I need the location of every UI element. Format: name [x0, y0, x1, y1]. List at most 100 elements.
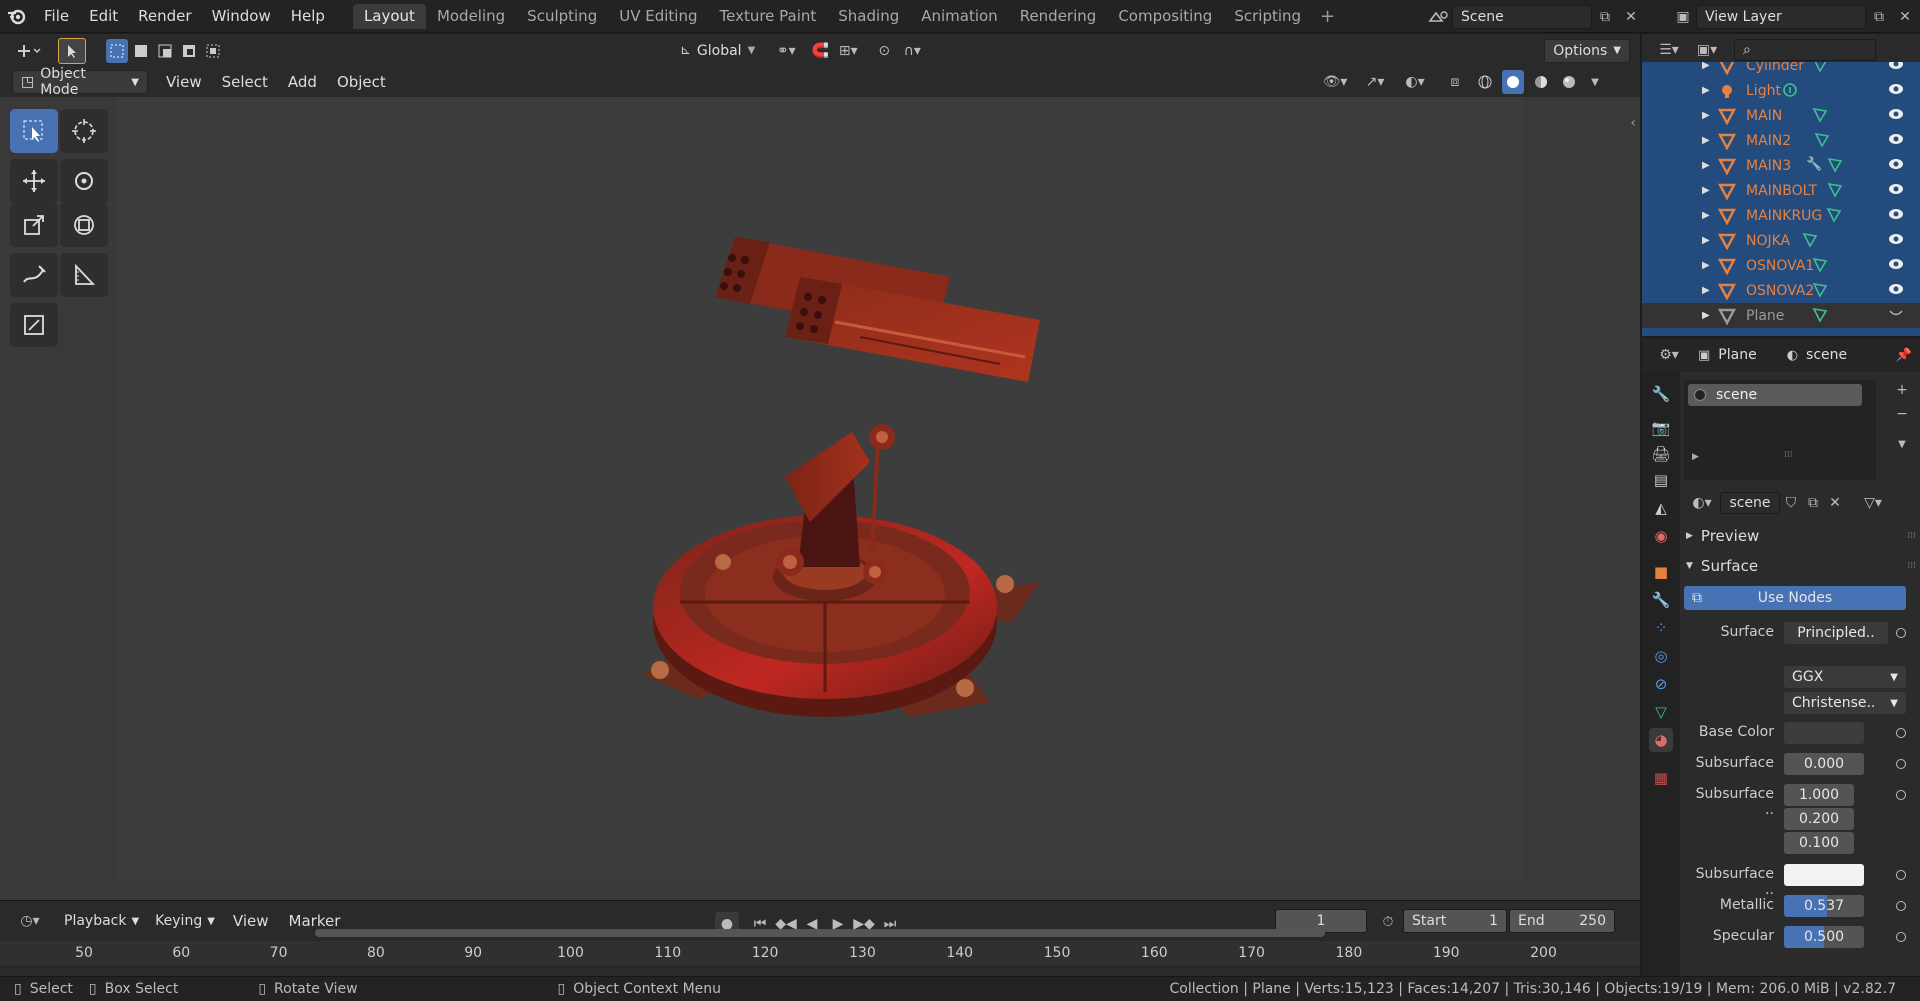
gizmo-icon[interactable]: ↗▾: [1362, 70, 1388, 94]
measure-tool[interactable]: [60, 253, 108, 297]
outliner-row[interactable]: ▶ MAIN3 🔧: [1642, 153, 1920, 178]
mesh-data-icon[interactable]: [1814, 132, 1830, 148]
tab-modeling[interactable]: Modeling: [426, 4, 516, 29]
fake-user-icon[interactable]: ⛉: [1780, 491, 1802, 515]
distribution-dropdown[interactable]: GGX ▼: [1784, 666, 1906, 688]
select-new-icon[interactable]: [106, 38, 128, 63]
menu-timeline-view[interactable]: View: [223, 912, 279, 930]
outliner-row[interactable]: ▶ NOJKA: [1642, 228, 1920, 253]
select-tool-icon[interactable]: [58, 37, 86, 64]
menu-file[interactable]: File: [34, 7, 79, 25]
xray-icon[interactable]: ⧈: [1442, 70, 1468, 94]
expand-arrow-icon[interactable]: ▶: [1702, 110, 1710, 121]
expand-arrow-icon[interactable]: ▶: [1702, 62, 1710, 71]
snap-icon[interactable]: 🧲: [807, 39, 833, 63]
outliner-row[interactable]: ▶ OSNOVA1: [1642, 253, 1920, 278]
subsurface-method-dropdown[interactable]: Christense.. ▼: [1784, 692, 1906, 714]
expand-arrow-icon[interactable]: ▶: [1702, 160, 1710, 171]
mesh-data-icon[interactable]: [1812, 62, 1828, 73]
select-extend-icon[interactable]: [130, 39, 152, 63]
expand-arrow-icon[interactable]: ▶: [1702, 310, 1710, 321]
rotate-tool[interactable]: [60, 159, 108, 203]
tool-tab-icon[interactable]: 🔧: [1649, 382, 1673, 406]
visibility-eye-icon[interactable]: [1888, 62, 1904, 74]
outliner-row[interactable]: ▶ Cylinder: [1642, 62, 1920, 78]
expand-arrow-icon[interactable]: ▶: [1702, 210, 1710, 221]
expand-arrow-icon[interactable]: ▶: [1702, 85, 1710, 96]
outliner-row[interactable]: ▶ Plane: [1642, 303, 1920, 328]
outliner-row[interactable]: ▶ OSNOVA2: [1642, 278, 1920, 303]
subsurface-radius-y[interactable]: 0.200: [1784, 808, 1854, 830]
solid-shading-icon[interactable]: [1502, 70, 1524, 94]
menu-view[interactable]: View: [156, 73, 212, 91]
mesh-data-icon[interactable]: [1812, 107, 1828, 123]
socket-link-icon[interactable]: [1896, 759, 1906, 769]
new-view-layer-icon[interactable]: ⧉: [1866, 5, 1892, 29]
tab-texture-paint[interactable]: Texture Paint: [708, 4, 827, 29]
mesh-data-icon[interactable]: [1812, 282, 1828, 298]
visibility-eye-icon[interactable]: [1888, 158, 1904, 174]
subsurface-radius-x[interactable]: 1.000: [1784, 784, 1854, 806]
visibility-eye-icon[interactable]: [1888, 308, 1904, 324]
keying-dropdown[interactable]: Keying ▼: [147, 909, 223, 933]
scene-icon[interactable]: [1426, 5, 1452, 29]
menu-window[interactable]: Window: [202, 7, 281, 25]
world-tab-icon[interactable]: ◉: [1649, 524, 1673, 548]
slot-specials-icon[interactable]: ▼: [1891, 432, 1913, 456]
drag-handle-icon[interactable]: ⁞⁞⁞: [1907, 531, 1916, 541]
snap-increment-icon[interactable]: ⊞▾: [833, 39, 863, 63]
particles-tab-icon[interactable]: ⁘: [1649, 616, 1673, 640]
proportional-edit-icon[interactable]: ⊙: [871, 39, 897, 63]
add-slot-icon[interactable]: +: [1891, 378, 1913, 402]
stopwatch-icon[interactable]: ⏱: [1375, 910, 1401, 934]
specular-slider[interactable]: 0.500: [1784, 926, 1864, 948]
end-frame-field[interactable]: End 250: [1509, 909, 1615, 933]
outliner-row[interactable]: ▶ MAIN: [1642, 103, 1920, 128]
delete-scene-icon[interactable]: ✕: [1618, 5, 1644, 29]
turret-model[interactable]: [620, 222, 1040, 722]
socket-link-icon[interactable]: [1896, 870, 1906, 880]
view-layer-tab-icon[interactable]: ▤: [1649, 468, 1673, 492]
output-tab-icon[interactable]: 🖨: [1649, 442, 1673, 466]
visibility-eye-icon[interactable]: [1888, 233, 1904, 249]
surface-panel-header[interactable]: ▼ Surface ⁞⁞⁞: [1684, 554, 1920, 578]
duplicate-material-icon[interactable]: ⧉: [1802, 491, 1824, 515]
scale-tool[interactable]: [10, 203, 58, 247]
falloff-icon[interactable]: ∩▾: [897, 39, 927, 63]
display-mode-icon[interactable]: ▣▾: [1690, 38, 1724, 62]
scene-name-field[interactable]: Scene: [1452, 4, 1592, 29]
subsurface-color-swatch[interactable]: [1784, 864, 1864, 886]
add-workspace-button[interactable]: +: [1312, 6, 1343, 27]
transform-tool[interactable]: [60, 203, 108, 247]
menu-add[interactable]: Add: [278, 73, 327, 91]
tab-uv-editing[interactable]: UV Editing: [608, 4, 708, 29]
editor-type-icon[interactable]: [12, 39, 46, 63]
playback-dropdown[interactable]: Playback ▼: [56, 909, 147, 933]
material-tab-icon[interactable]: ◕: [1649, 728, 1673, 752]
data-tab-icon[interactable]: ▽: [1649, 700, 1673, 724]
visibility-eye-icon[interactable]: [1888, 208, 1904, 224]
timeline-scrollbar[interactable]: [315, 929, 1325, 937]
view-layer-icon[interactable]: ▣: [1670, 5, 1696, 29]
socket-link-icon[interactable]: [1896, 790, 1906, 800]
texture-tab-icon[interactable]: ▦: [1649, 766, 1673, 790]
outliner-search-input[interactable]: ⌕: [1734, 39, 1876, 61]
visibility-eye-icon[interactable]: [1888, 133, 1904, 149]
rendered-shading-icon[interactable]: [1558, 70, 1580, 94]
expand-arrow-icon[interactable]: ▶: [1702, 285, 1710, 296]
drag-handle-icon[interactable]: ⁞⁞⁞: [1907, 561, 1916, 571]
transform-orientation[interactable]: ⊾ Global ▼: [680, 43, 755, 59]
properties-editor-type-icon[interactable]: ⚙▾: [1650, 343, 1688, 367]
pin-icon[interactable]: 📌: [1896, 348, 1912, 363]
metallic-slider[interactable]: 0.537: [1784, 895, 1864, 917]
unlink-material-icon[interactable]: ✕: [1824, 491, 1846, 515]
material-name-field[interactable]: scene: [1720, 492, 1780, 514]
menu-render[interactable]: Render: [128, 7, 201, 25]
menu-object[interactable]: Object: [327, 73, 396, 91]
outliner-editor-type-icon[interactable]: ☰▾: [1652, 38, 1686, 62]
surface-shader-field[interactable]: Principled..: [1784, 622, 1888, 644]
expand-arrow-icon[interactable]: ▶: [1702, 235, 1710, 246]
move-tool[interactable]: [10, 159, 58, 203]
cursor-tool[interactable]: [60, 109, 108, 153]
visibility-icon[interactable]: 👁▾: [1322, 70, 1348, 94]
